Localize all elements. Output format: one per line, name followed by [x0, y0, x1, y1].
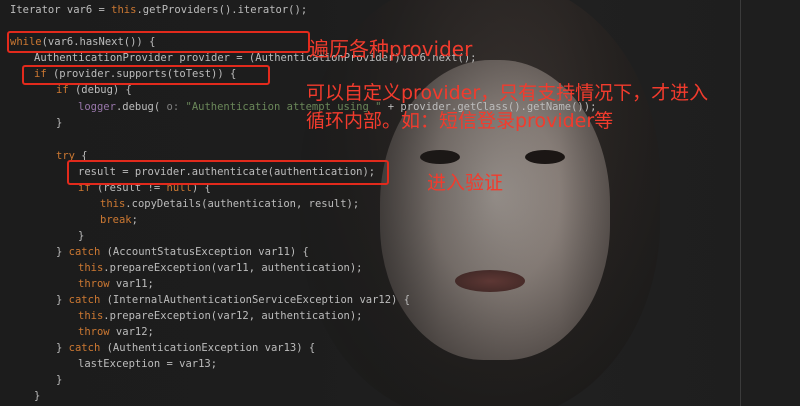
annotation-supports-line2: 循环内部。如：短信登录provider等: [306, 110, 614, 132]
highlight-box-while: [7, 31, 310, 53]
code-line: lastException = var13;: [78, 358, 218, 370]
code-line: break;: [100, 214, 138, 226]
code-line: this.prepareException(var11, authenticat…: [78, 262, 363, 274]
annotation-supports-line1: 可以自定义provider，只有支持情况下，才进入: [306, 82, 709, 104]
code-line: Iterator var6 = this.getProviders().iter…: [10, 4, 308, 16]
annotation-authenticate: 进入验证: [427, 172, 504, 194]
code-line: }: [56, 117, 63, 129]
code-line: }: [34, 390, 41, 402]
code-line: }: [78, 230, 85, 242]
code-line: } catch (InternalAuthenticationServiceEx…: [56, 294, 411, 306]
annotation-loop-providers: 遍历各种provider: [309, 37, 473, 61]
code-line: } catch (AccountStatusException var11) {: [56, 246, 309, 258]
code-line: throw var11;: [78, 278, 154, 290]
highlight-box-supports: [22, 65, 270, 85]
highlight-box-authenticate: [67, 160, 389, 185]
code-line: if (debug) {: [56, 84, 132, 96]
code-line: throw var12;: [78, 326, 154, 338]
code-line: }: [56, 374, 63, 386]
code-line: } catch (AuthenticationException var13) …: [56, 342, 316, 354]
code-line: this.prepareException(var12, authenticat…: [78, 310, 363, 322]
code-line: this.copyDetails(authentication, result)…: [100, 198, 360, 210]
